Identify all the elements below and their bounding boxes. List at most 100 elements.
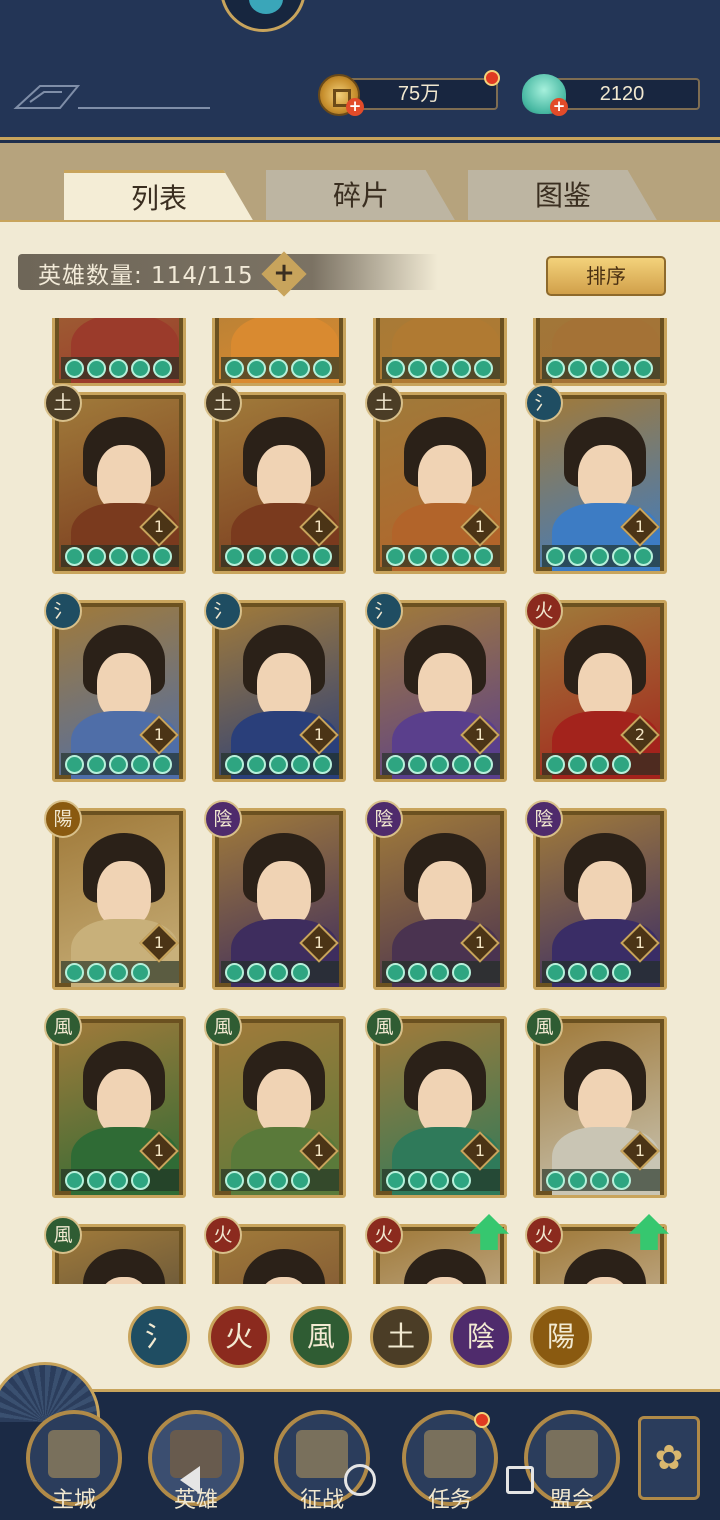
- jade-star-icon: [386, 963, 405, 982]
- jade-star-icon: [590, 547, 609, 566]
- jade-star-icon: [474, 547, 493, 566]
- nav-label: 盟会: [549, 1488, 594, 1513]
- jade-star-icon: [109, 359, 128, 378]
- earth-element-icon: 土: [44, 384, 82, 422]
- system-home-icon[interactable]: [344, 1464, 376, 1496]
- jade-star-icon: [452, 1171, 471, 1190]
- add-jade-icon[interactable]: +: [550, 98, 568, 116]
- tab-fragments[interactable]: 碎片: [266, 170, 456, 222]
- hero-card[interactable]: [373, 318, 507, 386]
- flower-menu-icon[interactable]: ✿: [638, 1416, 700, 1500]
- filter-yang-button[interactable]: 陽: [530, 1306, 592, 1368]
- filter-yin-button[interactable]: 陰: [450, 1306, 512, 1368]
- top-header: [0, 0, 720, 140]
- system-back-icon[interactable]: [180, 1466, 200, 1494]
- yin-element-icon: 陰: [365, 800, 403, 838]
- plus-icon: +: [273, 258, 295, 288]
- hero-face: [578, 1069, 632, 1135]
- jade-star-icon: [87, 963, 106, 982]
- tab-codex[interactable]: 图鉴: [468, 170, 658, 222]
- jade-star-icon: [634, 547, 653, 566]
- jade-star-icon: [247, 963, 266, 982]
- jade-star-icon: [612, 359, 631, 378]
- jade-star-icon: [269, 547, 288, 566]
- jade-star-icon: [452, 547, 471, 566]
- jade-star-icon: [225, 755, 244, 774]
- jade-star-icon: [590, 755, 609, 774]
- jade-star-icon: [612, 547, 631, 566]
- star-rating: [542, 357, 660, 379]
- coin-currency[interactable]: 75万 +: [318, 70, 500, 116]
- star-rating: [382, 961, 500, 983]
- wind-element-icon: 風: [204, 1008, 242, 1046]
- jade-star-icon: [247, 547, 266, 566]
- jade-star-icon: [153, 755, 172, 774]
- jade-currency[interactable]: 2120 +: [522, 74, 700, 116]
- sort-button[interactable]: 排序: [546, 256, 666, 296]
- hero-face: [257, 653, 311, 719]
- jade-star-icon: [590, 1171, 609, 1190]
- jade-star-icon: [109, 547, 128, 566]
- filter-earth-button[interactable]: 土: [370, 1306, 432, 1368]
- hero-face: [578, 861, 632, 927]
- nav-label: 主城: [51, 1488, 96, 1513]
- nav-label: 任务: [427, 1488, 472, 1513]
- earth-element-icon: 土: [204, 384, 242, 422]
- jade-star-icon: [109, 755, 128, 774]
- hero-face: [97, 861, 151, 927]
- jade-star-icon: [87, 359, 106, 378]
- jade-star-icon: [430, 1171, 449, 1190]
- hero-card[interactable]: [533, 318, 667, 386]
- wind-element-icon: 風: [44, 1216, 82, 1254]
- jade-star-icon: [131, 359, 150, 378]
- fire-element-icon: 火: [365, 1216, 403, 1254]
- star-rating: [221, 1169, 339, 1191]
- jade-star-icon: [546, 359, 565, 378]
- jade-star-icon: [225, 547, 244, 566]
- tab-list[interactable]: 列表: [64, 170, 254, 222]
- hero-face: [418, 445, 472, 511]
- hero-card[interactable]: [212, 318, 346, 386]
- system-recents-icon[interactable]: [506, 1466, 534, 1494]
- star-rating: [61, 961, 179, 983]
- jade-star-icon: [291, 963, 310, 982]
- jade-star-icon: [474, 359, 493, 378]
- jade-star-icon: [452, 963, 471, 982]
- hero-level-value: 1: [153, 517, 165, 536]
- nav-notification-dot: [474, 1412, 490, 1428]
- jade-star-icon: [153, 359, 172, 378]
- hero-level-value: 1: [313, 725, 325, 744]
- star-rating: [61, 545, 179, 567]
- star-rating: [61, 753, 179, 775]
- jade-star-icon: [269, 1171, 288, 1190]
- hero-level-value: 1: [474, 933, 486, 952]
- jade-star-icon: [247, 1171, 266, 1190]
- jade-star-icon: [247, 755, 266, 774]
- pavilion-icon: [546, 1430, 598, 1478]
- filter-water-button[interactable]: 氵: [128, 1306, 190, 1368]
- jade-star-icon: [313, 359, 332, 378]
- jade-star-icon: [65, 755, 84, 774]
- hero-level-value: 2: [634, 725, 646, 744]
- star-rating: [382, 545, 500, 567]
- filter-wind-button[interactable]: 風: [290, 1306, 352, 1368]
- filter-fire-button[interactable]: 火: [208, 1306, 270, 1368]
- water-element-icon: 氵: [365, 592, 403, 630]
- jade-star-icon: [269, 963, 288, 982]
- hero-face: [418, 1069, 472, 1135]
- jade-star-icon: [87, 755, 106, 774]
- jade-star-icon: [291, 755, 310, 774]
- jade-star-icon: [430, 755, 449, 774]
- expand-capacity-button[interactable]: +: [261, 251, 307, 297]
- add-coin-icon[interactable]: +: [346, 98, 364, 116]
- hero-face: [257, 861, 311, 927]
- star-rating: [61, 1169, 179, 1191]
- star-rating: [382, 1169, 500, 1191]
- hero-card[interactable]: [52, 318, 186, 386]
- yin-element-icon: 陰: [204, 800, 242, 838]
- jade-star-icon: [87, 1171, 106, 1190]
- scroll-icon: [424, 1430, 476, 1478]
- earth-element-icon: 土: [365, 384, 403, 422]
- wind-element-icon: 風: [525, 1008, 563, 1046]
- jade-star-icon: [131, 547, 150, 566]
